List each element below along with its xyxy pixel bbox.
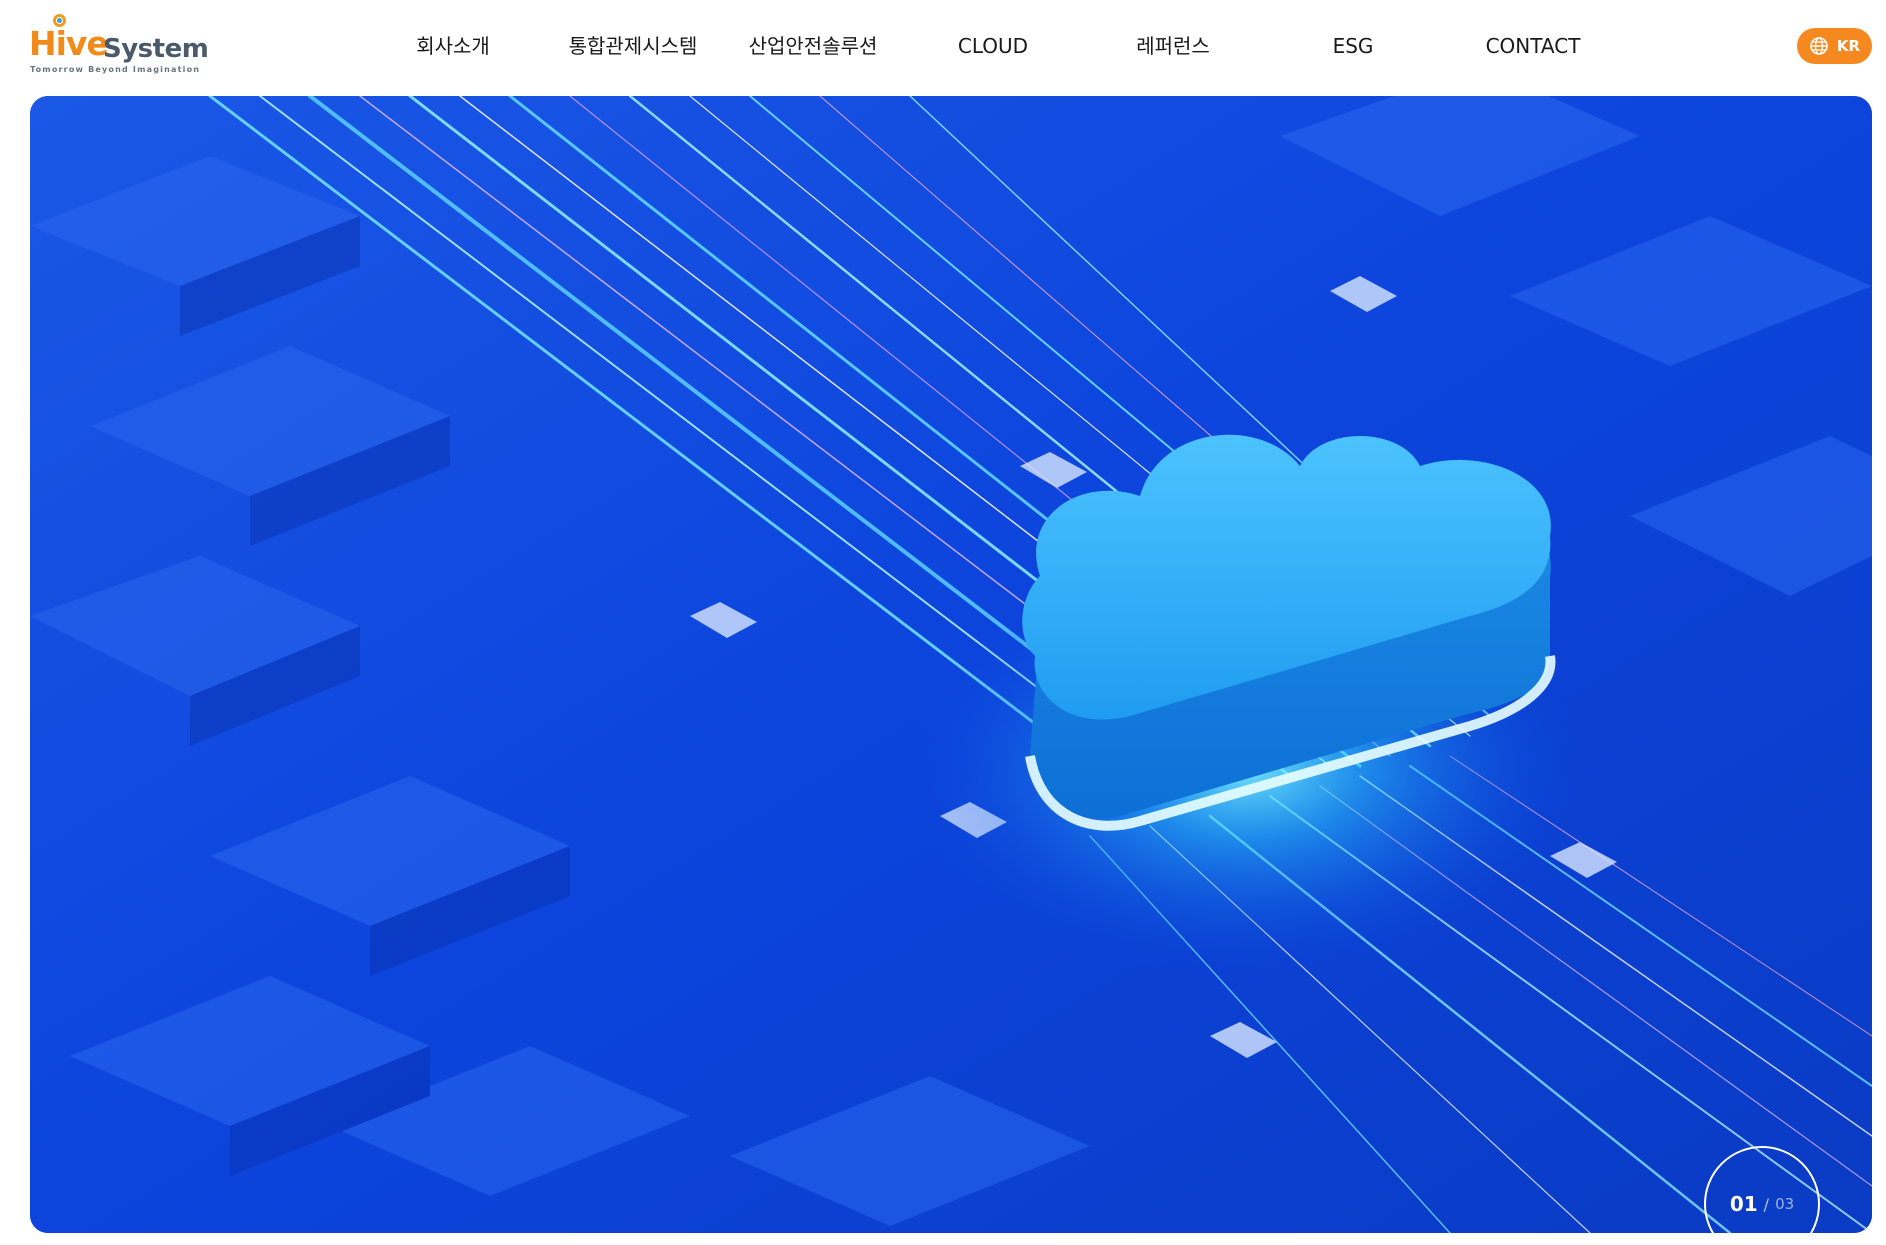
hive-system-logo[interactable]: Hive System Tomorrow Beyond Imagination [29, 14, 209, 76]
logo-name-system: System [103, 34, 209, 64]
language-button[interactable]: KR [1797, 28, 1872, 64]
hero-slider[interactable]: 01 / 03 [30, 96, 1872, 1233]
logo-tagline: Tomorrow Beyond Imagination [30, 65, 201, 74]
nav-item-industrial-safety[interactable]: 산업안전솔루션 [728, 28, 898, 64]
logo-name-hive: Hive [29, 24, 109, 63]
language-label: KR [1836, 37, 1861, 55]
slide-separator: / [1763, 1194, 1770, 1214]
globe-icon [1810, 37, 1828, 55]
hero-cloud-image [30, 96, 1872, 1233]
nav-item-esg[interactable]: ESG [1268, 28, 1438, 64]
nav-item-references[interactable]: 레퍼런스 [1088, 28, 1258, 64]
slide-total: 03 [1775, 1195, 1795, 1213]
nav-item-cloud[interactable]: CLOUD [908, 28, 1078, 64]
site-header: Hive System Tomorrow Beyond Imagination … [0, 0, 1886, 96]
nav-item-company[interactable]: 회사소개 [368, 28, 538, 64]
slide-current: 01 [1729, 1192, 1758, 1216]
nav-item-integrated-control[interactable]: 통합관제시스템 [548, 28, 718, 64]
nav-item-contact[interactable]: CONTACT [1448, 28, 1618, 64]
